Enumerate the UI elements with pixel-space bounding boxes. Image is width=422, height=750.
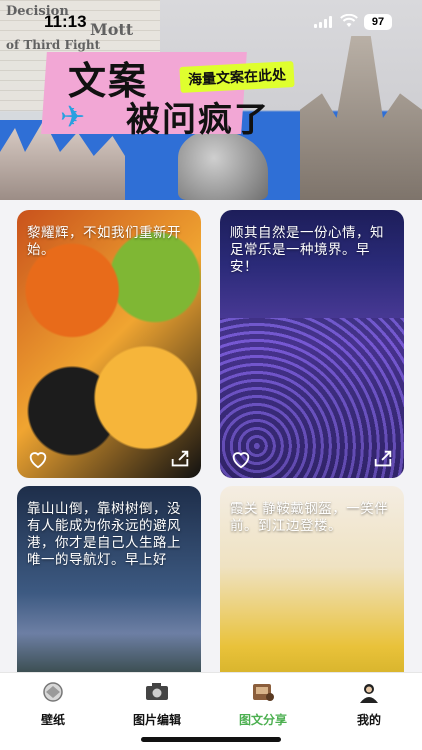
battery-icon: 97 <box>364 14 392 30</box>
tab-label: 图文分享 <box>238 713 287 727</box>
bottom-tab-bar: 壁纸 图片编辑 图文分享 我的 <box>0 672 422 750</box>
heart-icon[interactable] <box>230 448 252 470</box>
tab-profile[interactable]: 我的 <box>324 681 414 728</box>
cathedral-right-image <box>300 36 422 200</box>
airplane-icon: ✈ <box>60 101 86 134</box>
share-icon[interactable] <box>169 448 191 470</box>
share-card[interactable]: 顺其自然是一份心情，知足常乐是一种境界。早安！ <box>220 210 404 478</box>
tab-share[interactable]: 图文分享 <box>218 681 308 728</box>
banner-tag: 海量文案在此处 <box>179 61 295 93</box>
banner-title-line2: 被问疯了 <box>126 101 270 139</box>
card-text: 霞关 静鞍戴钢盔，一笑伴前。到江边登楼。 <box>230 501 389 533</box>
tab-label: 壁纸 <box>40 713 65 727</box>
heart-icon[interactable] <box>27 448 49 470</box>
tab-wallpaper[interactable]: 壁纸 <box>8 681 98 728</box>
tab-label: 图片编辑 <box>132 713 181 727</box>
card-text: 黎耀辉，不如我们重新开始。 <box>27 225 181 257</box>
status-time: 11:13 <box>44 12 87 31</box>
share-card-grid: 黎耀辉，不如我们重新开始。 顺其自然是一份心情，知足常乐是一种境界。早安！ 靠山… <box>0 200 422 750</box>
wallpaper-icon <box>43 682 63 702</box>
wifi-icon <box>340 14 358 27</box>
tab-label: 我的 <box>356 713 381 727</box>
avatar-icon <box>360 684 378 703</box>
card-text: 顺其自然是一份心情，知足常乐是一种境界。早安！ <box>230 225 384 274</box>
camera-icon <box>146 683 168 700</box>
home-indicator <box>141 737 281 742</box>
status-bar: 11:13 97 <box>0 0 422 44</box>
signal-icon <box>314 16 332 28</box>
share-card-icon <box>253 684 274 701</box>
tab-photo-edit[interactable]: 图片编辑 <box>112 681 202 728</box>
share-icon[interactable] <box>372 448 394 470</box>
header-banner: Decision Mott of Third Fight 文案 被问疯了 海量文… <box>0 0 422 200</box>
card-text: 靠山山倒，靠树树倒，没有人能成为你永远的避风港，你才是自己人生路上唯一的导航灯。… <box>27 501 181 567</box>
share-card[interactable]: 黎耀辉，不如我们重新开始。 <box>17 210 201 478</box>
